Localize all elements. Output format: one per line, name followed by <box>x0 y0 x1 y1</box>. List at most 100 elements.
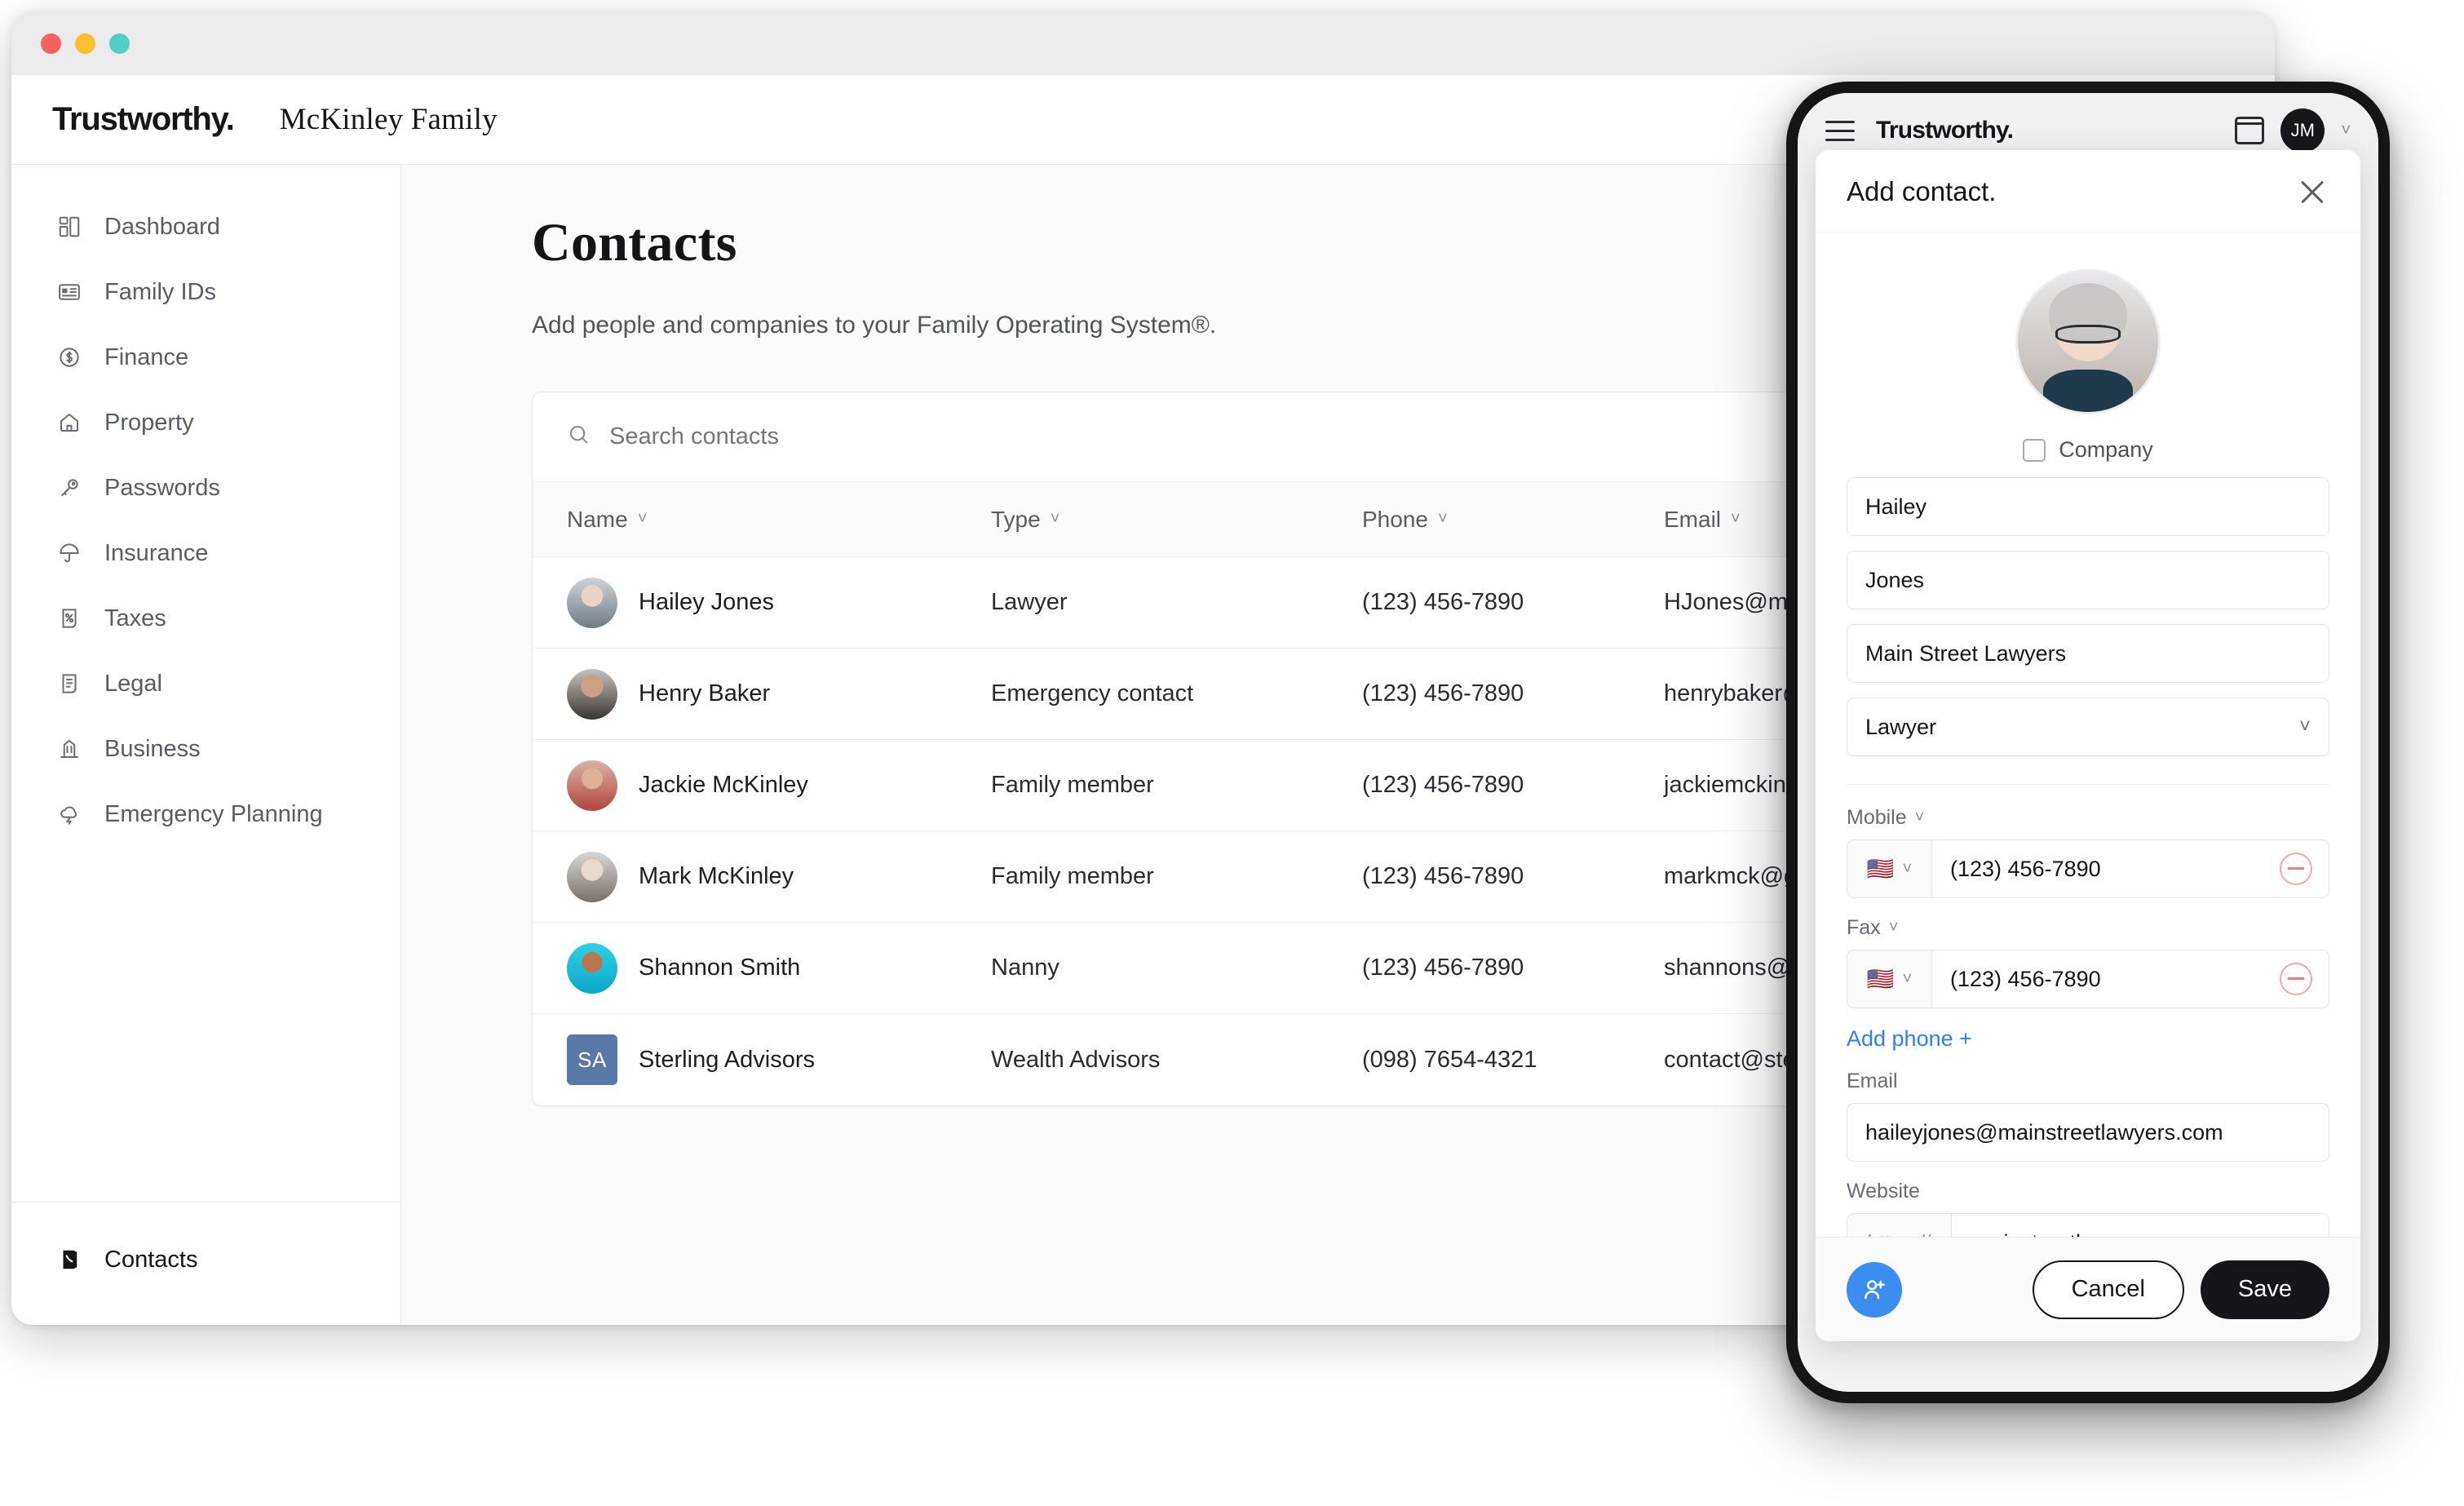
sidebar-item-business[interactable]: Business <box>11 716 400 782</box>
table-row[interactable]: Mark McKinley Family member (123) 456-78… <box>533 831 1999 923</box>
first-name-field[interactable]: Hailey <box>1847 477 2329 536</box>
contacts-book-icon <box>55 1246 83 1273</box>
sidebar-item-legal[interactable]: Legal <box>11 651 400 716</box>
contact-type-value: Lawyer <box>1865 714 1937 739</box>
phone-brand-logo[interactable]: Trustworthy. <box>1876 117 2014 144</box>
fax-phone-field[interactable]: 🇺🇸 ˅ (123) 456-7890 <box>1847 950 2329 1008</box>
sidebar-item-family-ids[interactable]: Family IDs <box>11 259 400 325</box>
contact-type: Family member <box>991 772 1154 798</box>
add-contact-modal: Add contact. Company Hailey Jones Main S… <box>1816 150 2360 1341</box>
dollar-circle-icon <box>55 343 83 371</box>
contact-type-select[interactable]: Lawyer ˅ <box>1847 698 2329 756</box>
sidebar-item-property[interactable]: Property <box>11 390 400 455</box>
chevron-down-icon: ˅ <box>1050 510 1060 528</box>
contact-phone: (123) 456-7890 <box>1362 589 1524 615</box>
save-button[interactable]: Save <box>2200 1260 2329 1319</box>
sidebar-item-taxes[interactable]: Taxes <box>11 586 400 651</box>
family-name: McKinley Family <box>279 103 498 136</box>
website-field[interactable]: https:// mainstreetlawyers.com <box>1847 1213 2329 1237</box>
contact-name-cell: SA Sterling Advisors <box>567 1034 991 1085</box>
add-person-icon[interactable] <box>1847 1261 1902 1318</box>
website-value[interactable]: mainstreetlawyers.com <box>1952 1230 2198 1238</box>
chevron-down-icon: ˅ <box>1902 969 1913 988</box>
country-code-select[interactable]: 🇺🇸 ˅ <box>1847 950 1932 1008</box>
table-row[interactable]: Henry Baker Emergency contact (123) 456-… <box>533 649 1999 740</box>
contact-name: Hailey Jones <box>639 589 775 615</box>
remove-phone-icon[interactable] <box>2280 963 2312 995</box>
avatar[interactable]: JM <box>2280 109 2325 153</box>
sidebar-item-label: Property <box>104 409 194 436</box>
mobile-phone-field[interactable]: 🇺🇸 ˅ (123) 456-7890 <box>1847 839 2329 898</box>
table-row[interactable]: SA Sterling Advisors Wealth Advisors (09… <box>533 1014 1999 1105</box>
avatar <box>567 760 617 811</box>
modal-title: Add contact. <box>1847 175 1997 206</box>
contact-name-cell: Mark McKinley <box>567 851 991 902</box>
contact-type: Nanny <box>991 955 1059 981</box>
company-name-field[interactable]: Main Street Lawyers <box>1847 624 2329 683</box>
fax-phone-label[interactable]: Fax ˅ <box>1847 916 2329 940</box>
table-row[interactable]: Jackie McKinley Family member (123) 456-… <box>533 740 1999 831</box>
sidebar-item-label: Emergency Planning <box>104 800 323 827</box>
mobile-phone-value[interactable]: (123) 456-7890 <box>1932 857 2280 882</box>
calendar-icon[interactable] <box>2235 117 2265 144</box>
contact-name: Jackie McKinley <box>639 772 808 798</box>
column-header-name[interactable]: Name ˅ <box>567 507 991 533</box>
remove-phone-icon[interactable] <box>2280 853 2312 885</box>
company-checkbox-row[interactable]: Company <box>1847 437 2329 463</box>
contact-phone: (123) 456-7890 <box>1362 955 1524 981</box>
column-header-type[interactable]: Type ˅ <box>991 507 1362 533</box>
contact-phone: (123) 456-7890 <box>1362 680 1524 706</box>
screenshot-root: Trustworthy. McKinley Family Dashboard F… <box>0 0 2464 1506</box>
last-name-field[interactable]: Jones <box>1847 551 2329 609</box>
sidebar-item-contacts[interactable]: Contacts <box>11 1227 400 1292</box>
contact-photo[interactable] <box>2015 269 2161 414</box>
contact-type: Emergency contact <box>991 680 1194 706</box>
contact-photo-wrapper[interactable] <box>1847 269 2329 414</box>
modal-header: Add contact. <box>1816 150 2360 233</box>
cancel-button[interactable]: Cancel <box>2032 1260 2184 1319</box>
contact-type: Wealth Advisors <box>991 1046 1161 1073</box>
avatar-initials: SA <box>567 1034 617 1085</box>
close-icon[interactable] <box>2295 175 2329 209</box>
sidebar-item-finance[interactable]: Finance <box>11 325 400 390</box>
zoom-window-dot[interactable] <box>109 33 130 54</box>
column-header-phone[interactable]: Phone ˅ <box>1362 507 1664 533</box>
house-icon <box>55 409 83 436</box>
brand-logo[interactable]: Trustworthy. <box>52 101 235 138</box>
phone-screen: Trustworthy. JM ˅ Add contact. Company H… <box>1798 93 2378 1392</box>
sidebar-item-emergency-planning[interactable]: Emergency Planning <box>11 782 400 847</box>
contact-name: Henry Baker <box>639 680 771 706</box>
sidebar-item-insurance[interactable]: Insurance <box>11 520 400 586</box>
email-field[interactable]: haileyjones@mainstreetlawyers.com <box>1847 1103 2329 1162</box>
close-window-dot[interactable] <box>41 33 61 54</box>
avatar <box>567 942 617 994</box>
table-row[interactable]: Shannon Smith Nanny (123) 456-7890 shann… <box>533 923 1999 1014</box>
phone-topbar-actions: JM ˅ <box>2235 109 2351 153</box>
column-label: Type <box>991 506 1041 532</box>
minimize-window-dot[interactable] <box>75 33 95 54</box>
fax-phone-value[interactable]: (123) 456-7890 <box>1932 967 2280 992</box>
sidebar-bottom-section: Contacts <box>11 1202 400 1325</box>
website-label: Website <box>1847 1180 1920 1203</box>
modal-footer: Cancel Save <box>1816 1237 2360 1341</box>
contact-type: Family member <box>991 863 1154 889</box>
sidebar-item-label: Family IDs <box>104 278 216 305</box>
company-checkbox[interactable] <box>2023 438 2046 462</box>
key-icon <box>55 474 83 502</box>
window-titlebar <box>11 11 2275 75</box>
contact-name: Mark McKinley <box>639 863 794 889</box>
chevron-down-icon[interactable]: ˅ <box>2341 122 2351 140</box>
mobile-phone-label[interactable]: Mobile ˅ <box>1847 806 2329 830</box>
sidebar-item-passwords[interactable]: Passwords <box>11 455 400 520</box>
country-code-select[interactable]: 🇺🇸 ˅ <box>1847 840 1932 897</box>
table-row[interactable]: Hailey Jones Lawyer (123) 456-7890 HJone… <box>533 557 1999 649</box>
search-input[interactable] <box>609 423 1868 450</box>
document-lines-icon <box>55 670 83 698</box>
hamburger-icon[interactable] <box>1825 114 1855 148</box>
sidebar-item-dashboard[interactable]: Dashboard <box>11 194 400 259</box>
chevron-down-icon: ˅ <box>2298 715 2311 737</box>
sidebar-nav: Dashboard Family IDs Finance Property Pa… <box>11 165 400 847</box>
contact-name: Sterling Advisors <box>639 1046 815 1073</box>
contact-type: Lawyer <box>991 589 1068 615</box>
add-phone-link[interactable]: Add phone + <box>1847 1026 2329 1052</box>
